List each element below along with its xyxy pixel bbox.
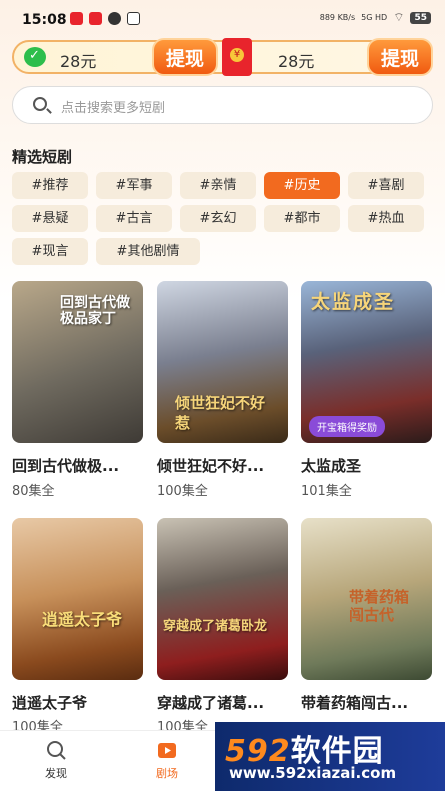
poster-title: 带着药箱闯古代 bbox=[349, 588, 410, 624]
battery-indicator: 55 bbox=[410, 11, 431, 24]
message-icon bbox=[108, 12, 121, 25]
status-time: 15:08 bbox=[22, 12, 67, 28]
site-watermark: 592软件园 www.592xiazai.com bbox=[215, 722, 445, 791]
drama-title[interactable]: 回到古代做极... bbox=[12, 455, 119, 476]
reward-bar: 28元 提现 28元 提现 bbox=[12, 38, 433, 76]
discover-icon bbox=[47, 741, 66, 760]
poster-title: 回到古代做极品家丁 bbox=[60, 295, 130, 327]
poster-title: 穿越成了诸葛卧龙 bbox=[163, 619, 268, 634]
status-bar: 15:08 889 KB/s 5G HD ⌔ 55 bbox=[0, 0, 445, 40]
tag-family[interactable]: #亲情 bbox=[180, 172, 256, 199]
drama-episode-count: 80集全 bbox=[12, 484, 55, 499]
red-packet-icon bbox=[222, 38, 252, 76]
tag-recommend[interactable]: #推荐 bbox=[12, 172, 88, 199]
wechat-withdraw-button[interactable]: 提现 bbox=[152, 38, 218, 76]
drama-poster[interactable]: 太监成圣 开宝箱得奖励 bbox=[301, 281, 432, 443]
tag-mystery[interactable]: #悬疑 bbox=[12, 205, 88, 232]
tag-comedy[interactable]: #喜剧 bbox=[348, 172, 424, 199]
tag-fantasy[interactable]: #玄幻 bbox=[180, 205, 256, 232]
net-speed: 889 KB/s bbox=[319, 13, 356, 22]
drama-title[interactable]: 穿越成了诸葛... bbox=[157, 692, 264, 713]
tag-urban[interactable]: #都市 bbox=[264, 205, 340, 232]
theater-icon bbox=[158, 743, 176, 758]
watermark-url: www.592xiazai.com bbox=[229, 764, 397, 782]
drama-poster[interactable]: 逍遥太子爷 bbox=[12, 518, 143, 680]
drama-episode-count: 100集全 bbox=[157, 484, 208, 499]
app-notification-icon bbox=[127, 12, 140, 25]
tag-military[interactable]: #军事 bbox=[96, 172, 172, 199]
notification-icons bbox=[70, 12, 140, 25]
search-input[interactable]: 点击搜索更多短剧 bbox=[12, 86, 433, 124]
poster-title: 倾世狂妃不好惹 bbox=[175, 394, 266, 432]
nav-discover[interactable]: 发现 bbox=[26, 739, 86, 781]
drama-title[interactable]: 带着药箱闯古... bbox=[301, 692, 408, 713]
drama-poster[interactable]: 穿越成了诸葛卧龙 bbox=[157, 518, 288, 680]
drama-poster[interactable]: 带着药箱闯古代 bbox=[301, 518, 432, 680]
tag-other[interactable]: #其他剧情 bbox=[96, 238, 200, 265]
tag-ancient-romance[interactable]: #古言 bbox=[96, 205, 172, 232]
drama-title[interactable]: 倾世狂妃不好... bbox=[157, 455, 264, 476]
network-indicator: 5G HD bbox=[361, 13, 388, 22]
wechat-reward-amount: 28元 bbox=[60, 52, 97, 71]
poster-title: 逍遥太子爷 bbox=[42, 610, 123, 629]
tag-history[interactable]: #历史 bbox=[264, 172, 340, 199]
status-right: 889 KB/s 5G HD ⌔ 55 bbox=[320, 10, 431, 25]
app-notification-icon bbox=[70, 12, 83, 25]
section-title: 精选短剧 bbox=[12, 148, 73, 166]
nav-theater-label: 剧场 bbox=[156, 767, 178, 780]
open-chest-reward-badge[interactable]: 开宝箱得奖励 bbox=[309, 416, 385, 437]
red-packet-reward-amount: 28元 bbox=[278, 52, 315, 71]
nav-discover-label: 发现 bbox=[45, 767, 67, 780]
search-placeholder: 点击搜索更多短剧 bbox=[61, 101, 166, 116]
wifi-icon: ⌔ bbox=[393, 10, 405, 24]
drama-title[interactable]: 太监成圣 bbox=[301, 455, 361, 476]
drama-poster[interactable]: 倾世狂妃不好惹 bbox=[157, 281, 288, 443]
tag-action[interactable]: #热血 bbox=[348, 205, 424, 232]
tag-modern-romance[interactable]: #现言 bbox=[12, 238, 88, 265]
search-icon bbox=[33, 97, 47, 111]
drama-episode-count: 101集全 bbox=[301, 484, 352, 499]
app-notification-icon bbox=[89, 12, 102, 25]
nav-theater[interactable]: 剧场 bbox=[137, 739, 197, 781]
wechat-icon bbox=[24, 47, 46, 67]
poster-title: 太监成圣 bbox=[311, 291, 396, 313]
drama-poster[interactable]: 回到古代做极品家丁 bbox=[12, 281, 143, 443]
red-packet-withdraw-button[interactable]: 提现 bbox=[367, 38, 433, 76]
drama-title[interactable]: 逍遥太子爷 bbox=[12, 692, 87, 713]
